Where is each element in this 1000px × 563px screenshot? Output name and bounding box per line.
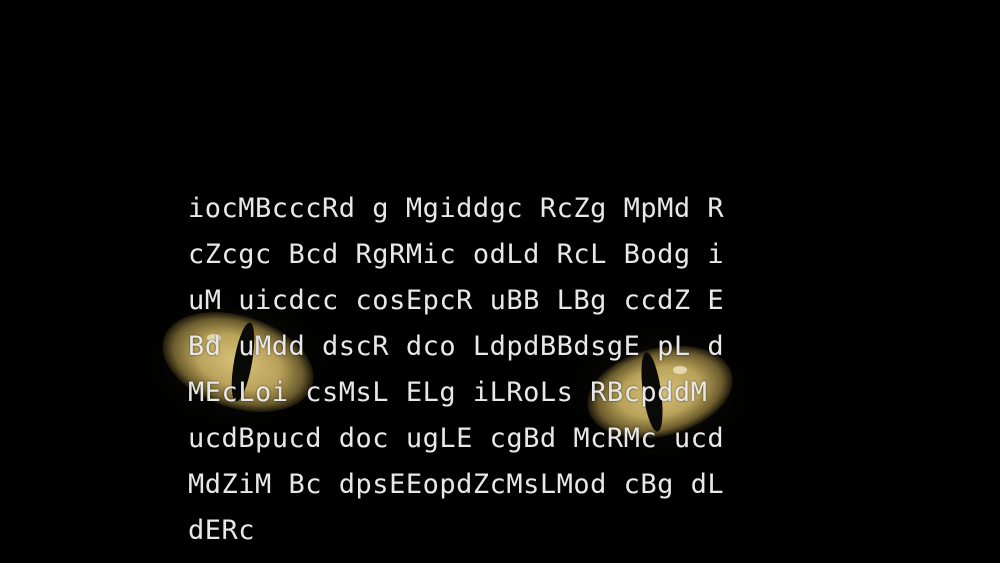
image-canvas: iocMBcccRd g Mgiddgc RcZg MpMd R cZcgc B… <box>0 0 1000 563</box>
overlay-text-line: ucdBpucd doc ugLE cgBd McRMc ucd <box>188 423 725 454</box>
overlay-text-line: cZcgc Bcd RgRMic odLd RcL Bodg i <box>188 239 725 270</box>
overlay-text-line: Bd uMdd dscR dco LdpdBBdsgE pL d <box>188 331 725 362</box>
overlay-text-line: iocMBcccRd g Mgiddgc RcZg MpMd R <box>188 193 725 224</box>
overlay-text-line: uM uicdcc cosEpcR uBB LBg ccdZ E <box>188 285 725 316</box>
overlay-text-line: dERc <box>188 515 256 546</box>
overlay-text-line: MdZiM Bc dpsEEopdZcMsLMod cBg dL <box>188 469 725 500</box>
overlay-text-line: MEcLoi csMsL ELg iLRoLs RBcpddM <box>188 377 708 408</box>
overlay-text-block: iocMBcccRd g Mgiddgc RcZg MpMd R cZcgc B… <box>188 186 828 554</box>
